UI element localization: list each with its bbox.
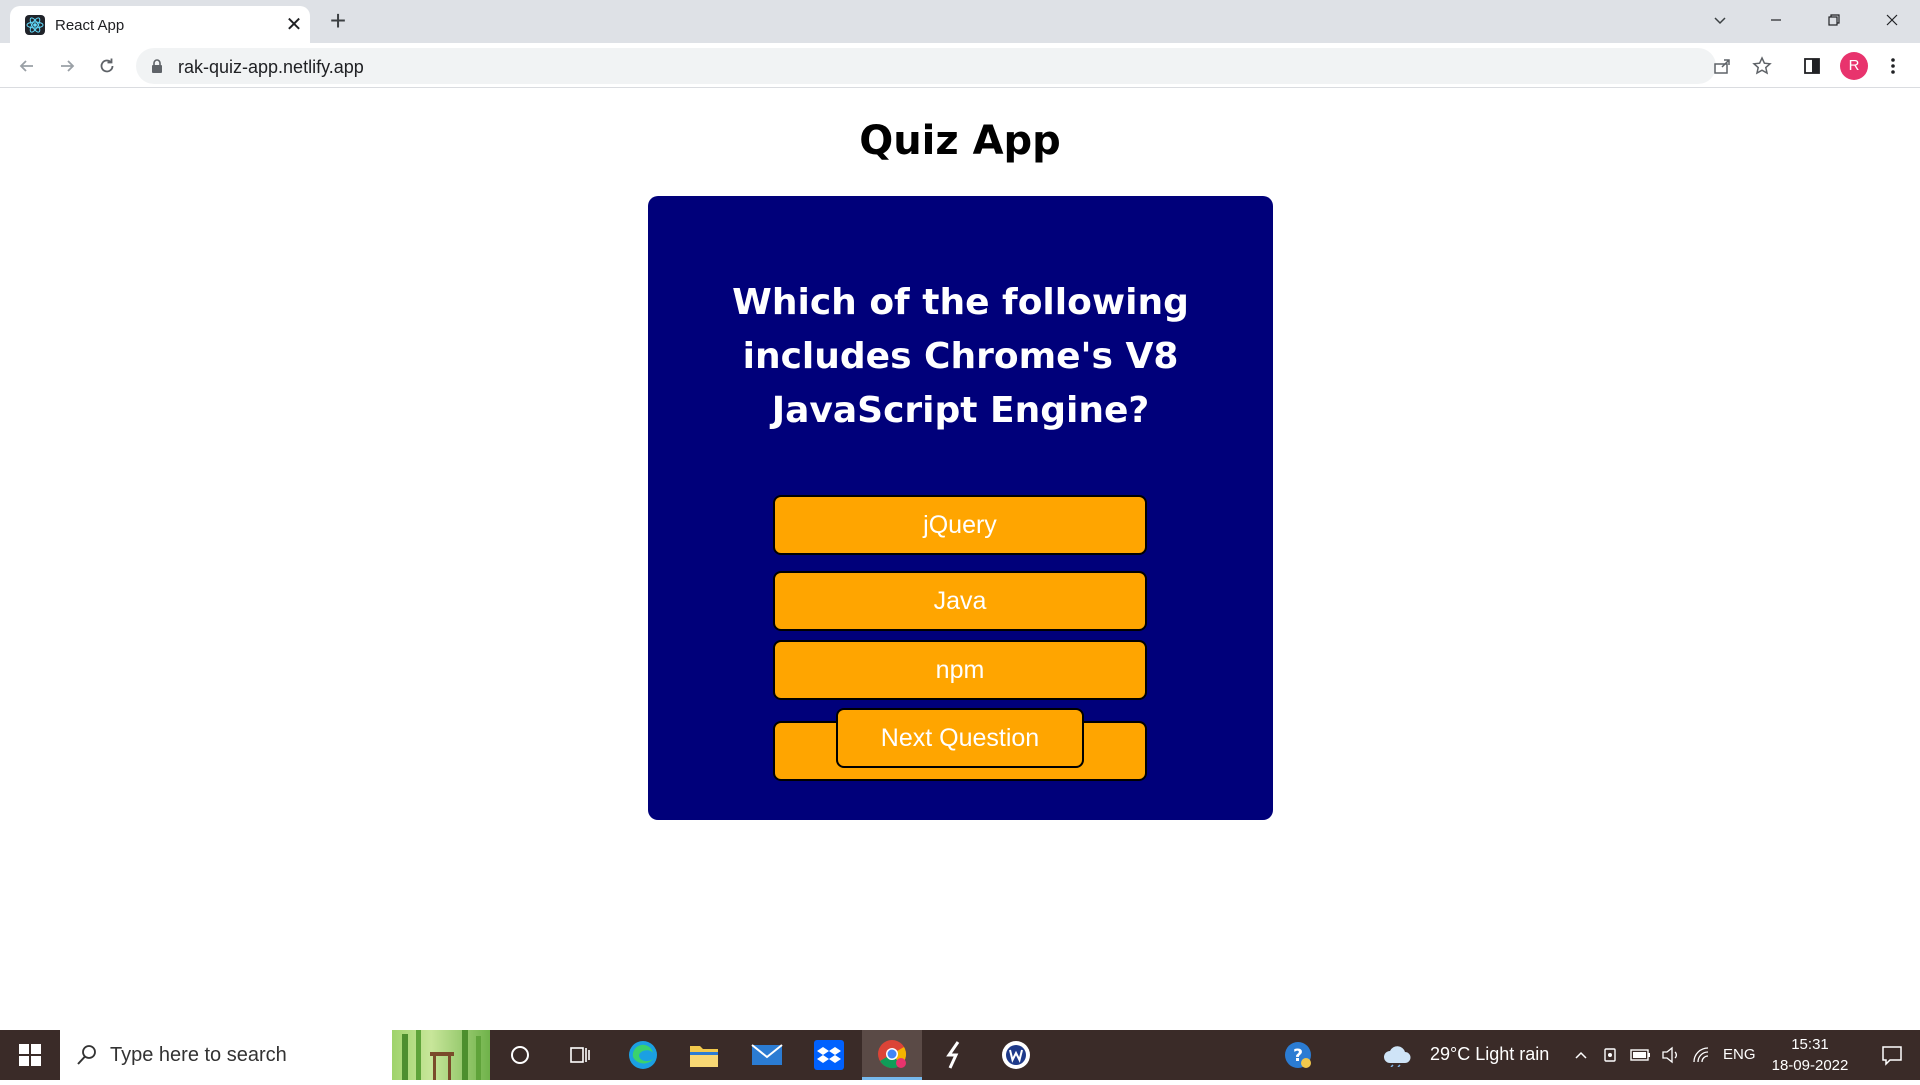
language-indicator[interactable]: ENG <box>1723 1046 1756 1063</box>
answer-button-jquery[interactable]: jQuery <box>773 495 1147 555</box>
taskbar-search-box[interactable]: Type here to search <box>60 1030 490 1080</box>
app-w-icon[interactable] <box>986 1030 1046 1080</box>
next-question-button[interactable]: Next Question <box>836 708 1084 768</box>
question-text: Which of the following includes Chrome's… <box>732 282 1189 431</box>
restore-icon[interactable] <box>1818 6 1850 34</box>
tab-strip: React App ✕ + <box>0 0 1920 43</box>
file-explorer-icon[interactable] <box>674 1030 734 1080</box>
windows-taskbar: Type here to search ? 29°C Light rain EN… <box>0 1030 1920 1080</box>
battery-icon[interactable] <box>1627 1030 1655 1080</box>
meet-now-icon[interactable] <box>1597 1030 1625 1080</box>
clock-date: 18-09-2022 <box>1771 1057 1849 1074</box>
tray-chevron-up-icon[interactable] <box>1567 1030 1595 1080</box>
back-arrow-icon[interactable] <box>13 52 41 80</box>
reload-icon[interactable] <box>93 52 121 80</box>
windows-start-icon[interactable] <box>0 1030 60 1080</box>
tab-close-icon[interactable]: ✕ <box>282 13 306 37</box>
search-highlight-image[interactable] <box>392 1030 490 1080</box>
page-viewport: Quiz App Which of the following includes… <box>0 88 1920 1030</box>
minimize-icon[interactable] <box>1760 6 1792 34</box>
answer-button-npm[interactable]: npm <box>773 640 1147 700</box>
app-s-icon[interactable] <box>924 1030 984 1080</box>
url-text[interactable]: rak-quiz-app.netlify.app <box>178 57 364 78</box>
page-title: Quiz App <box>859 118 1061 164</box>
volume-icon[interactable] <box>1657 1030 1685 1080</box>
browser-toolbar: rak-quiz-app.netlify.app R <box>0 43 1920 88</box>
tab-title: React App <box>55 17 125 34</box>
forward-arrow-icon[interactable] <box>53 52 81 80</box>
chrome-icon[interactable] <box>862 1030 922 1080</box>
taskbar-clock[interactable]: 15:31 18-09-2022 <box>1760 1034 1860 1076</box>
task-view-icon[interactable] <box>550 1030 610 1080</box>
react-favicon-icon <box>25 15 45 35</box>
mail-icon[interactable] <box>737 1030 797 1080</box>
weather-text[interactable]: 29°C Light rain <box>1430 1044 1549 1065</box>
answer-button-java[interactable]: Java <box>773 571 1147 631</box>
tab-react-app[interactable]: React App ✕ <box>10 6 310 43</box>
edge-browser-icon[interactable] <box>613 1030 673 1080</box>
side-panel-icon[interactable] <box>1799 53 1825 79</box>
clock-time: 15:31 <box>1791 1036 1829 1053</box>
tab-search-chevron-icon[interactable] <box>1704 6 1736 34</box>
new-tab-button[interactable]: + <box>324 7 352 36</box>
more-menu-icon[interactable] <box>1880 53 1906 79</box>
bookmark-star-icon[interactable] <box>1750 54 1774 78</box>
share-icon[interactable] <box>1710 54 1734 78</box>
close-window-icon[interactable] <box>1876 6 1908 34</box>
profile-avatar[interactable]: R <box>1840 52 1868 80</box>
search-placeholder: Type here to search <box>110 1044 287 1066</box>
search-icon <box>75 1043 99 1072</box>
notification-center-icon[interactable] <box>1862 1030 1920 1080</box>
address-bar[interactable]: rak-quiz-app.netlify.app <box>136 48 1772 84</box>
weather-cloud-icon[interactable] <box>1374 1030 1420 1080</box>
help-icon[interactable]: ? <box>1268 1030 1328 1080</box>
lock-icon[interactable] <box>150 58 164 79</box>
dropbox-icon[interactable] <box>799 1030 859 1080</box>
cortana-icon[interactable] <box>490 1030 550 1080</box>
wifi-icon[interactable] <box>1687 1030 1715 1080</box>
